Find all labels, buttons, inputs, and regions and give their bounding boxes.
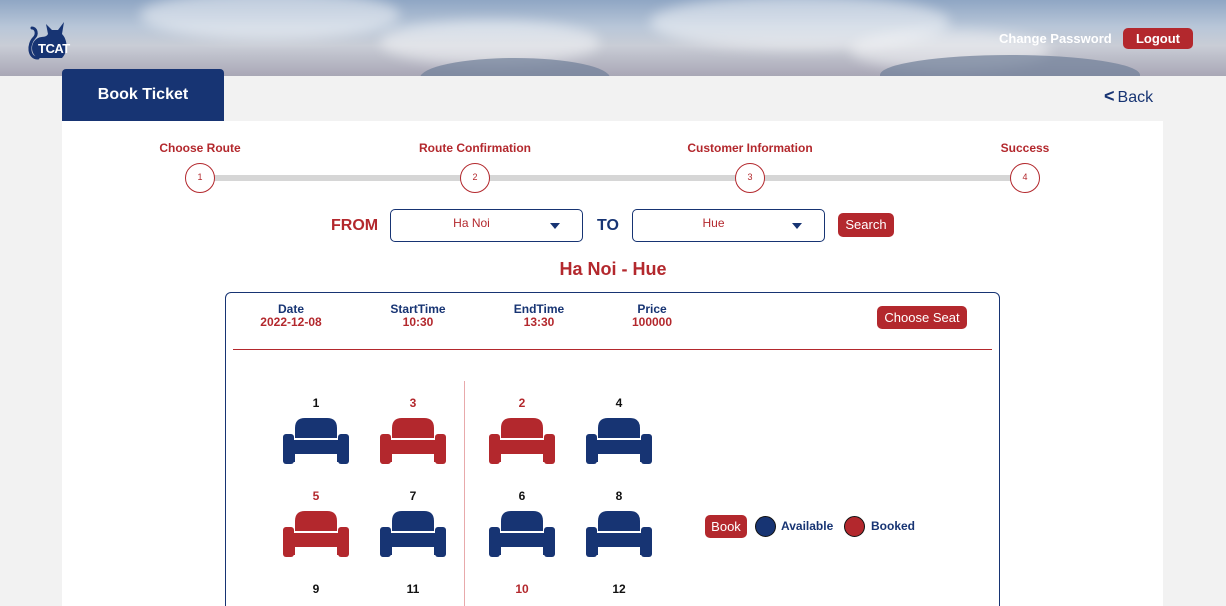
step-label-choose-route: Choose Route	[159, 141, 241, 155]
seat-number: 3	[409, 396, 417, 410]
legend-booked-label: Booked	[871, 519, 916, 533]
aisle-divider	[464, 381, 465, 606]
legend-booked-dot	[844, 516, 865, 537]
step-circle-2: 2	[460, 163, 490, 193]
back-label: Back	[1117, 89, 1154, 106]
trip-start-time: StartTime 10:30	[390, 303, 445, 329]
end-time-value: 13:30	[523, 315, 555, 329]
from-select-value: Ha Noi	[453, 216, 490, 230]
seat-number: 1	[312, 396, 320, 410]
step-circle-4: 4	[1010, 163, 1040, 193]
seat-number: 5	[312, 489, 320, 503]
seat-number: 7	[409, 489, 417, 503]
seat-booked-icon	[380, 416, 446, 464]
seat-available-icon[interactable]	[586, 509, 652, 557]
step-circle-1: 1	[185, 163, 215, 193]
seat-number: 6	[518, 489, 526, 503]
trip-date: Date 2022-12-08	[260, 303, 321, 329]
legend-book-badge: Book	[705, 515, 747, 538]
choose-seat-button[interactable]: Choose Seat	[877, 306, 967, 329]
seat-number: 2	[518, 396, 526, 410]
seat-number: 4	[615, 396, 623, 410]
search-button[interactable]: Search	[838, 213, 894, 237]
back-link[interactable]: < Back	[1104, 86, 1153, 107]
caret-down-icon	[792, 223, 802, 229]
start-time-value: 10:30	[402, 315, 434, 329]
trip-price: Price 100000	[632, 303, 672, 329]
seat-number: 12	[612, 582, 626, 596]
seat-available-icon[interactable]	[380, 509, 446, 557]
step-circle-3: 3	[735, 163, 765, 193]
seat-booked-icon	[283, 509, 349, 557]
logo-text: TCAT	[38, 41, 70, 56]
step-label-success: Success	[1000, 141, 1050, 155]
route-title: Ha Noi - Hue	[559, 259, 667, 279]
seat-number: 9	[312, 582, 320, 596]
seat-number: 8	[615, 489, 623, 503]
seat-number: 11	[406, 582, 420, 596]
progress-bar	[214, 175, 1024, 181]
header-banner: TCAT Change Password Logout	[0, 0, 1226, 76]
seat-booked-icon	[489, 416, 555, 464]
divider	[233, 349, 992, 350]
seat-available-icon[interactable]	[283, 416, 349, 464]
legend-available-label: Available	[781, 519, 834, 533]
seat-available-icon[interactable]	[489, 509, 555, 557]
from-select[interactable]: Ha Noi	[390, 209, 583, 242]
step-label-customer-information: Customer Information	[687, 141, 813, 155]
to-select-value: Hue	[702, 216, 725, 230]
price-value: 100000	[631, 315, 673, 329]
trip-end-time: EndTime 13:30	[514, 303, 564, 329]
to-select[interactable]: Hue	[632, 209, 825, 242]
step-label-route-confirmation: Route Confirmation	[419, 141, 531, 155]
legend-available-dot	[755, 516, 776, 537]
logout-button[interactable]: Logout	[1123, 28, 1193, 49]
change-password-link[interactable]: Change Password	[999, 31, 1112, 46]
caret-down-icon	[550, 223, 560, 229]
from-label: FROM	[331, 217, 379, 234]
chevron-left-icon: <	[1104, 86, 1115, 106]
seat-available-icon[interactable]	[586, 416, 652, 464]
to-label: TO	[597, 217, 619, 234]
date-value: 2022-12-08	[260, 315, 322, 329]
seat-number: 10	[515, 582, 529, 596]
tab-book-ticket[interactable]: Book Ticket	[62, 69, 224, 121]
